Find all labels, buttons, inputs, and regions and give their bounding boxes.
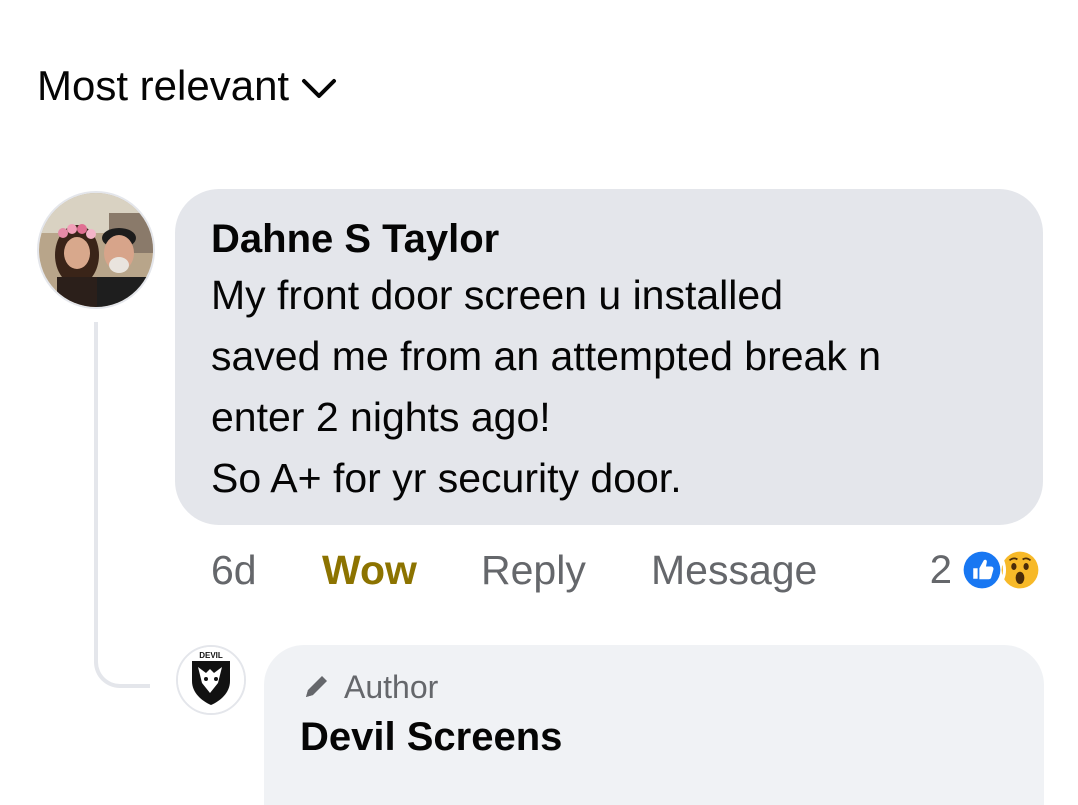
like-icon [958,546,1006,594]
author-badge-label: Author [344,668,439,705]
comment-bubble: Dahne S Taylor My front door screen u in… [175,189,1043,525]
comment-author-name[interactable]: Dahne S Taylor [211,213,1007,265]
reply-author-name[interactable]: Devil Screens [300,715,1008,760]
reply-button[interactable]: Reply [481,542,586,598]
comment-text-line: enter 2 nights ago! [211,394,551,440]
reply-author-avatar[interactable]: DEVIL [176,645,246,715]
pencil-icon [306,676,327,697]
chevron-down-icon [302,79,337,98]
devil-screens-logo: DEVIL [178,647,244,713]
comment-actions: 6d Wow Reply Message 2 [211,542,1044,602]
thread-connector-line [94,322,150,688]
reply-bubble: Author Devil Screens [264,645,1044,805]
comment-text-line: So A+ for yr security door. [211,455,682,501]
reaction-count: 2 [929,547,952,592]
sort-label: Most relevant [37,62,290,109]
reaction-summary[interactable]: 2 [930,542,1044,598]
logo-text: DEVIL [199,651,223,660]
commenter-avatar[interactable] [37,191,155,309]
comment-timestamp: 6d [211,547,257,593]
message-button[interactable]: Message [651,542,817,598]
author-badge: Author [300,667,1008,707]
comment-text-line: My front door screen u installed [211,272,783,318]
sort-dropdown[interactable]: Most relevant [37,62,337,110]
comment-text-line: saved me from an attempted break n [211,333,882,379]
avatar-photo [39,193,153,307]
react-button[interactable]: Wow [322,542,417,598]
